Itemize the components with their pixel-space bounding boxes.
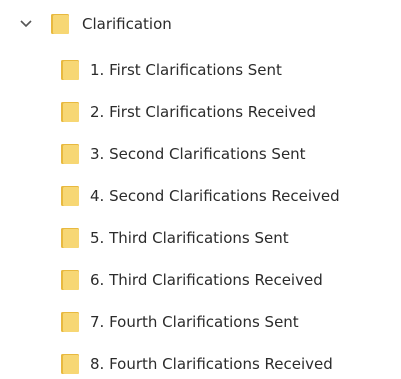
chevron-down-icon[interactable] — [18, 16, 34, 32]
tree-item-child[interactable]: 1. First Clarifications Sent — [60, 55, 282, 85]
tree-item-label: 2. First Clarifications Received — [90, 103, 317, 121]
tree-item-clarification[interactable]: Clarification — [18, 9, 172, 39]
folder-icon — [60, 269, 80, 291]
tree-item-label: 6. Third Clarifications Received — [90, 271, 323, 289]
tree-item-child[interactable]: 7. Fourth Clarifications Sent — [60, 307, 299, 337]
tree-item-label: 4. Second Clarifications Received — [90, 187, 340, 205]
folder-tree: Clarification 1. First Clarifications Se… — [0, 0, 401, 376]
tree-item-label: 8. Fourth Clarifications Received — [90, 355, 333, 373]
tree-item-label: Clarification — [82, 15, 172, 33]
folder-icon — [50, 13, 70, 35]
tree-item-label: 1. First Clarifications Sent — [90, 61, 282, 79]
folder-icon — [60, 311, 80, 333]
tree-item-child[interactable]: 5. Third Clarifications Sent — [60, 223, 289, 253]
tree-item-label: 3. Second Clarifications Sent — [90, 145, 306, 163]
tree-item-child[interactable]: 4. Second Clarifications Received — [60, 181, 340, 211]
tree-item-child[interactable]: 2. First Clarifications Received — [60, 97, 316, 127]
tree-item-label: 5. Third Clarifications Sent — [90, 229, 289, 247]
tree-item-label: 7. Fourth Clarifications Sent — [90, 313, 299, 331]
folder-icon — [60, 227, 80, 249]
folder-icon — [60, 353, 80, 375]
folder-icon — [60, 59, 80, 81]
tree-item-child[interactable]: 8. Fourth Clarifications Received — [60, 349, 333, 379]
folder-icon — [60, 143, 80, 165]
folder-icon — [60, 185, 80, 207]
folder-icon — [60, 101, 80, 123]
tree-item-child[interactable]: 6. Third Clarifications Received — [60, 265, 323, 295]
tree-item-child[interactable]: 3. Second Clarifications Sent — [60, 139, 306, 169]
